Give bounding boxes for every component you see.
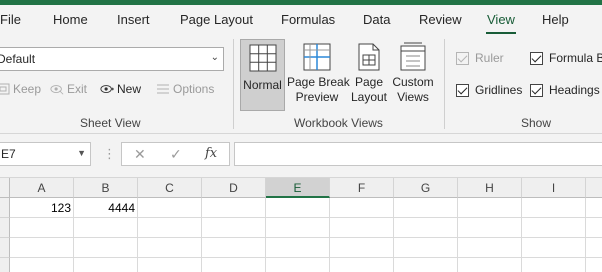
gridline	[10, 217, 602, 218]
worksheet-grid[interactable]: A B C D E F G H I 123 4444	[0, 178, 602, 272]
column-header-g[interactable]: G	[394, 178, 458, 198]
workbook-views-group-label: Workbook Views	[294, 116, 383, 130]
new-view-icon	[100, 85, 114, 93]
gridline	[457, 198, 458, 272]
gridline	[585, 198, 586, 272]
page-break-label-line1: Page Break	[287, 75, 350, 89]
column-header-e[interactable]: E	[266, 178, 330, 198]
gridlines-checkbox[interactable]: Gridlines	[456, 83, 522, 97]
tab-help[interactable]: Help	[542, 12, 569, 27]
checkbox-checked-icon	[530, 83, 543, 97]
column-header-d[interactable]: D	[202, 178, 266, 198]
chevron-down-icon: ⌄	[210, 52, 219, 63]
tab-data[interactable]: Data	[363, 12, 390, 27]
headings-checkbox[interactable]: Headings	[530, 83, 600, 97]
column-header-f[interactable]: F	[330, 178, 394, 198]
normal-label: Normal	[243, 78, 282, 92]
gridlines-label: Gridlines	[475, 83, 523, 97]
custom-views-icon	[400, 42, 426, 71]
row-header[interactable]	[0, 238, 10, 258]
column-header-b[interactable]: B	[74, 178, 138, 198]
row-header[interactable]	[0, 218, 10, 238]
options-button[interactable]: Options	[156, 82, 214, 96]
gridline	[201, 198, 202, 272]
tab-view[interactable]: View	[487, 12, 515, 27]
options-label: Options	[173, 82, 215, 96]
column-header-c[interactable]: C	[138, 178, 202, 198]
ribbon: Default ⌄ Keep Exit New Options Sheet Vi…	[0, 35, 602, 134]
cell-a1[interactable]: 123	[10, 201, 71, 215]
gridline	[10, 237, 602, 238]
cancel-icon[interactable]: ✕	[134, 146, 146, 163]
row-header[interactable]	[0, 258, 10, 272]
custom-views-button[interactable]: Custom Views	[391, 39, 435, 111]
gridline	[10, 257, 602, 258]
custom-views-label-line1: Custom	[392, 75, 434, 89]
gridline	[137, 198, 138, 272]
exit-icon	[50, 85, 64, 95]
gridline	[329, 198, 330, 272]
formula-bar-checkbox[interactable]: Formula B	[530, 51, 602, 65]
checkbox-checked-icon	[456, 51, 469, 65]
column-header-next[interactable]	[586, 178, 602, 198]
headings-label: Headings	[549, 83, 600, 97]
gridline	[393, 198, 394, 272]
page-layout-button[interactable]: Page Layout	[349, 39, 389, 111]
custom-views-label-line2: Views	[397, 90, 429, 104]
page-layout-label-line2: Layout	[350, 90, 388, 104]
exit-label: Exit	[67, 82, 88, 96]
page-layout-icon	[358, 43, 380, 71]
active-tab-indicator	[486, 32, 516, 34]
tab-home[interactable]: Home	[53, 12, 88, 27]
keep-button[interactable]: Keep	[0, 82, 41, 96]
new-view-button[interactable]: New	[100, 82, 141, 96]
formula-bar: E7 ▼ ⋮ ✕ ✓ fx	[0, 134, 602, 178]
keep-icon	[0, 83, 10, 95]
show-group-label: Show	[521, 116, 552, 130]
checkbox-checked-icon	[530, 51, 543, 65]
gridline	[521, 198, 522, 272]
gridline	[265, 198, 266, 272]
page-break-preview-button[interactable]: Page Break Preview	[287, 39, 350, 111]
checkbox-checked-icon	[456, 83, 469, 97]
sheet-view-selected-value: Default	[0, 52, 36, 66]
new-label: New	[117, 82, 142, 96]
page-break-preview-icon	[303, 43, 331, 71]
enter-icon[interactable]: ✓	[170, 146, 182, 163]
insert-function-icon[interactable]: fx	[205, 146, 217, 161]
ruler-checkbox[interactable]: Ruler	[456, 51, 504, 65]
tab-review[interactable]: Review	[419, 12, 462, 27]
formula-controls: ✕ ✓ fx	[121, 142, 230, 166]
chevron-down-icon: ▼	[77, 148, 86, 158]
column-header-a[interactable]: A	[10, 178, 74, 198]
tab-page-layout[interactable]: Page Layout	[180, 12, 253, 27]
formula-input[interactable]	[234, 142, 602, 166]
row-header[interactable]	[0, 198, 10, 218]
normal-view-button[interactable]: Normal	[240, 39, 285, 111]
options-icon	[157, 84, 169, 94]
tab-insert[interactable]: Insert	[117, 12, 150, 27]
ruler-label: Ruler	[475, 51, 504, 65]
name-box[interactable]: E7 ▼	[0, 142, 91, 166]
column-header-i[interactable]: I	[522, 178, 586, 198]
select-all-corner[interactable]	[0, 178, 10, 198]
group-separator	[444, 39, 445, 129]
tab-formulas[interactable]: Formulas	[281, 12, 335, 27]
cell-b1[interactable]: 4444	[74, 201, 135, 215]
ribbon-tab-bar: File Home Insert Page Layout Formulas Da…	[0, 5, 602, 35]
page-layout-label-line1: Page	[354, 75, 384, 89]
group-separator	[233, 39, 234, 129]
resize-handle-icon[interactable]: ⋮	[103, 146, 116, 162]
sheet-view-select[interactable]: Default ⌄	[0, 47, 224, 71]
exit-button[interactable]: Exit	[50, 82, 87, 96]
column-header-h[interactable]: H	[458, 178, 522, 198]
page-break-label-line2: Preview	[295, 90, 339, 104]
keep-label: Keep	[13, 82, 42, 96]
formula-bar-label: Formula B	[549, 51, 602, 65]
normal-view-icon	[249, 44, 276, 72]
name-box-value: E7	[1, 147, 16, 161]
sheet-view-group-label: Sheet View	[80, 116, 141, 130]
tab-file[interactable]: File	[0, 12, 21, 27]
